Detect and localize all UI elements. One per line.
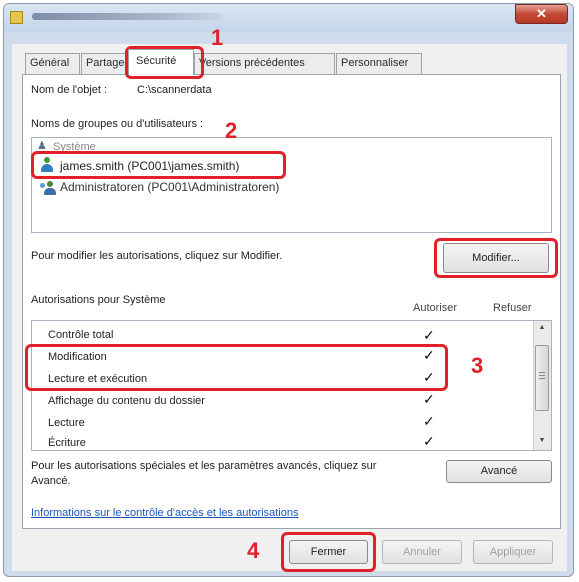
callout-highlight-permissions xyxy=(25,344,448,391)
permission-label-write: Écriture xyxy=(48,437,86,449)
allow-checkmark: ✓ xyxy=(423,327,435,341)
grip-line-icon xyxy=(539,375,545,376)
group-name: Système xyxy=(53,141,96,151)
callout-highlight-user xyxy=(31,151,286,179)
group-icon: ♟ xyxy=(37,140,47,151)
callout-number: 3 xyxy=(471,353,484,378)
advanced-button[interactable]: Avancé xyxy=(446,460,552,483)
tab-security[interactable]: Sécurité xyxy=(128,49,194,75)
groups-label: Noms de groupes ou d'utilisateurs : xyxy=(31,118,204,130)
group-item-administrators[interactable]: Administratoren (PC001\Administratoren) xyxy=(60,180,279,194)
callout-number: 1 xyxy=(211,25,224,50)
modify-hint: Pour modifier les autorisations, cliquez… xyxy=(31,250,283,262)
tab-general[interactable]: Général xyxy=(25,53,80,74)
permission-label-read: Lecture xyxy=(48,417,85,429)
permissions-title: Autorisations pour Système xyxy=(31,294,166,306)
access-control-info-link[interactable]: Informations sur le contrôle d'accès et … xyxy=(31,507,298,519)
callout-highlight-close xyxy=(281,532,376,572)
special-permissions-hint: Pour les autorisations spéciales et les … xyxy=(31,460,377,472)
object-name-label: Nom de l'objet : xyxy=(31,84,108,96)
grip-line-icon xyxy=(539,378,545,379)
callout-highlight-modify xyxy=(434,238,558,278)
allow-checkmark-list-folder: ✓ xyxy=(423,391,435,407)
grip-line-icon xyxy=(539,372,545,373)
callout-number: 4 xyxy=(247,538,260,563)
special-permissions-hint-2: Avancé. xyxy=(31,475,71,487)
permission-label: Contrôle total xyxy=(48,329,114,341)
users-group-icon xyxy=(40,181,56,195)
scroll-down-arrow-icon[interactable]: ▼ xyxy=(534,437,550,444)
callout-number: 2 xyxy=(225,118,238,143)
allow-column-header: Autoriser xyxy=(413,302,458,314)
group-item-system[interactable]: ♟ Système xyxy=(35,139,548,151)
deny-column-header: Refuser xyxy=(493,302,532,314)
cancel-button[interactable]: Annuler xyxy=(382,540,462,564)
permission-row-full-control: Contrôle total ✓ xyxy=(36,323,530,341)
apply-button[interactable]: Appliquer xyxy=(473,540,553,564)
object-name-value: C:\scannerdata xyxy=(137,84,212,96)
folder-icon xyxy=(10,11,23,24)
tab-sharing[interactable]: Partage xyxy=(81,53,128,74)
allow-checkmark-write: ✓ xyxy=(423,433,435,449)
tab-previous-versions[interactable]: Versions précédentes xyxy=(194,53,335,74)
window-title-blurred xyxy=(32,13,222,20)
allow-checkmark-read: ✓ xyxy=(423,413,435,429)
tab-customize[interactable]: Personnaliser xyxy=(336,53,422,74)
scroll-up-arrow-icon[interactable]: ▲ xyxy=(534,324,550,331)
permission-label-list-folder: Affichage du contenu du dossier xyxy=(48,395,205,407)
close-window-button[interactable]: ✕ xyxy=(515,4,568,24)
